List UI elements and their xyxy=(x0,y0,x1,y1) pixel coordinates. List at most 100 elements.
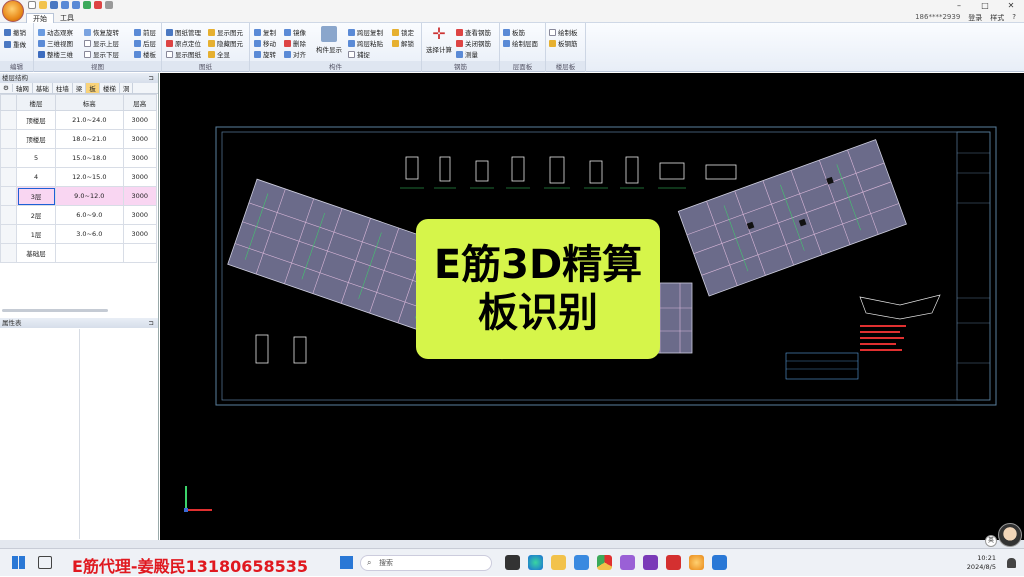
system-clock[interactable]: 10:21 2024/8/5 xyxy=(967,554,996,572)
measure-button[interactable]: 测量 xyxy=(456,49,478,59)
tool-stairs[interactable]: 楼梯 xyxy=(100,83,120,93)
show-element-button[interactable]: 显示图元 xyxy=(208,27,243,37)
front-layer-button[interactable]: 前层 xyxy=(134,27,156,37)
style-menu[interactable]: 样式 xyxy=(990,13,1004,23)
pin-icon[interactable]: ⊐ xyxy=(149,73,154,83)
unlock-button[interactable]: 解锁 xyxy=(392,38,414,48)
floor-cell[interactable]: 5 xyxy=(15,148,57,168)
view-rebar-button[interactable]: 查看钢筋 xyxy=(456,27,491,37)
file-explorer-icon[interactable] xyxy=(551,555,566,570)
height-cell[interactable]: 3000 xyxy=(122,224,158,244)
windows-start-icon[interactable] xyxy=(12,556,25,569)
row-header[interactable] xyxy=(0,243,17,263)
column-header[interactable]: 楼层 xyxy=(15,94,57,111)
snap-checkbox[interactable]: 捕捉 xyxy=(348,49,370,59)
autocad-icon[interactable] xyxy=(666,555,681,570)
undo-icon[interactable] xyxy=(61,1,69,9)
floor-cell[interactable]: 2层 xyxy=(15,205,57,225)
close-button[interactable]: ✕ xyxy=(998,0,1024,12)
task-view-icon[interactable] xyxy=(38,556,52,569)
height-cell[interactable]: 3000 xyxy=(122,167,158,187)
table-row[interactable]: 1层 3.0~6.0 3000 xyxy=(0,224,158,244)
redo-button[interactable]: 重做 xyxy=(4,39,26,49)
cross-layer-paste-button[interactable]: 跨层粘贴 xyxy=(348,38,383,48)
row-header[interactable] xyxy=(0,148,17,168)
widgets-icon[interactable] xyxy=(505,555,520,570)
slab-rebar-tool-button[interactable]: 板钢筋 xyxy=(549,38,578,48)
row-header[interactable] xyxy=(0,110,17,130)
building-3d-button[interactable]: 整楼三维 xyxy=(38,49,73,59)
drawing-manager-button[interactable]: 图纸管理 xyxy=(166,27,201,37)
redo-icon[interactable] xyxy=(72,1,80,9)
elevation-cell[interactable]: 9.0~12.0 xyxy=(55,186,124,206)
select-calc-button[interactable]: ✛ 选择计算 xyxy=(424,26,454,55)
tool-opening[interactable]: 洞 xyxy=(120,83,134,93)
reset-rotate-button[interactable]: 恢复旋转 xyxy=(84,27,119,37)
slab-view-button[interactable]: 楼板 xyxy=(134,49,156,59)
chrome-icon[interactable] xyxy=(597,555,612,570)
elevation-cell[interactable]: 21.0~24.0 xyxy=(55,110,124,130)
row-header[interactable] xyxy=(0,224,17,244)
cross-layer-copy-button[interactable]: 跨层复制 xyxy=(348,27,383,37)
save-icon[interactable] xyxy=(50,1,58,9)
height-cell[interactable]: 3000 xyxy=(122,129,158,149)
table-row-selected[interactable]: 3层 9.0~12.0 3000 xyxy=(0,186,158,206)
rotate-button[interactable]: 旋转 xyxy=(254,49,276,59)
tool-beam[interactable]: 梁 xyxy=(73,83,87,93)
align-button[interactable]: 对齐 xyxy=(284,49,306,59)
table-row[interactable]: 基础层 xyxy=(0,243,158,263)
column-header[interactable]: 标高 xyxy=(55,94,124,111)
floor-cell[interactable]: 顶楼层 xyxy=(15,129,57,149)
delete-button[interactable]: 删除 xyxy=(284,38,306,48)
column-header[interactable]: 层高 xyxy=(122,94,158,111)
height-cell[interactable]: 3000 xyxy=(122,205,158,225)
show-drawing-checkbox[interactable]: 显示图纸 xyxy=(166,49,201,59)
table-row[interactable]: 顶楼层 18.0~21.0 3000 xyxy=(0,129,158,149)
back-layer-button[interactable]: 后层 xyxy=(134,38,156,48)
3d-view-button[interactable]: 三维视图 xyxy=(38,38,73,48)
windows-logo-icon[interactable] xyxy=(340,556,353,569)
draw-slab-button[interactable]: 绘制板 xyxy=(549,27,578,37)
mirror-button[interactable]: 镜像 xyxy=(284,27,306,37)
row-header[interactable] xyxy=(0,205,17,225)
height-cell[interactable] xyxy=(122,243,158,263)
copy-button[interactable]: 复制 xyxy=(254,27,276,37)
elevation-cell[interactable]: 6.0~9.0 xyxy=(55,205,124,225)
floor-cell[interactable]: 4 xyxy=(15,167,57,187)
lock-button[interactable]: 锁定 xyxy=(392,27,414,37)
move-button[interactable]: 移动 xyxy=(254,38,276,48)
tool-axis[interactable]: 轴网 xyxy=(13,83,33,93)
row-header[interactable] xyxy=(0,186,17,206)
row-header[interactable] xyxy=(0,129,17,149)
tool-slab[interactable]: 板 xyxy=(86,83,100,93)
pin-icon[interactable]: ⊐ xyxy=(149,318,154,328)
elevation-cell[interactable]: 15.0~18.0 xyxy=(55,148,124,168)
open-file-icon[interactable] xyxy=(39,1,47,9)
floor-cell[interactable]: 顶楼层 xyxy=(15,110,57,130)
notification-icon[interactable] xyxy=(1007,558,1016,568)
maximize-button[interactable]: □ xyxy=(972,0,998,12)
draw-layer-button[interactable]: 绘制层面 xyxy=(503,38,538,48)
new-file-icon[interactable] xyxy=(28,1,36,9)
app-b-icon[interactable] xyxy=(620,555,635,570)
height-cell[interactable]: 3000 xyxy=(122,148,158,168)
tool-column-wall[interactable]: 柱墙 xyxy=(53,83,73,93)
tab-start[interactable]: 开始 xyxy=(26,13,54,23)
hide-element-button[interactable]: 隐藏图元 xyxy=(208,38,243,48)
elevation-cell[interactable] xyxy=(55,243,124,263)
minimize-button[interactable]: – xyxy=(946,0,972,12)
table-row[interactable]: 顶楼层 21.0~24.0 3000 xyxy=(0,110,158,130)
floor-cell[interactable]: 3层 xyxy=(15,186,57,206)
table-scrollbar[interactable] xyxy=(2,309,108,312)
table-row[interactable]: 2层 6.0~9.0 3000 xyxy=(0,205,158,225)
tool-foundation[interactable]: 基础 xyxy=(33,83,53,93)
show-upper-checkbox[interactable]: 显示上层 xyxy=(84,38,119,48)
ime-indicator[interactable]: 英 xyxy=(985,535,997,547)
elevation-cell[interactable]: 3.0~6.0 xyxy=(55,224,124,244)
slab-rebar-button[interactable]: 板筋 xyxy=(503,27,525,37)
taskbar-search[interactable]: ⌕ 搜索 xyxy=(360,555,492,571)
floor-cell[interactable]: 基础层 xyxy=(15,243,57,263)
elevation-cell[interactable]: 12.0~15.0 xyxy=(55,167,124,187)
close-rebar-button[interactable]: 关闭钢筋 xyxy=(456,38,491,48)
tab-tools[interactable]: 工具 xyxy=(54,13,80,23)
